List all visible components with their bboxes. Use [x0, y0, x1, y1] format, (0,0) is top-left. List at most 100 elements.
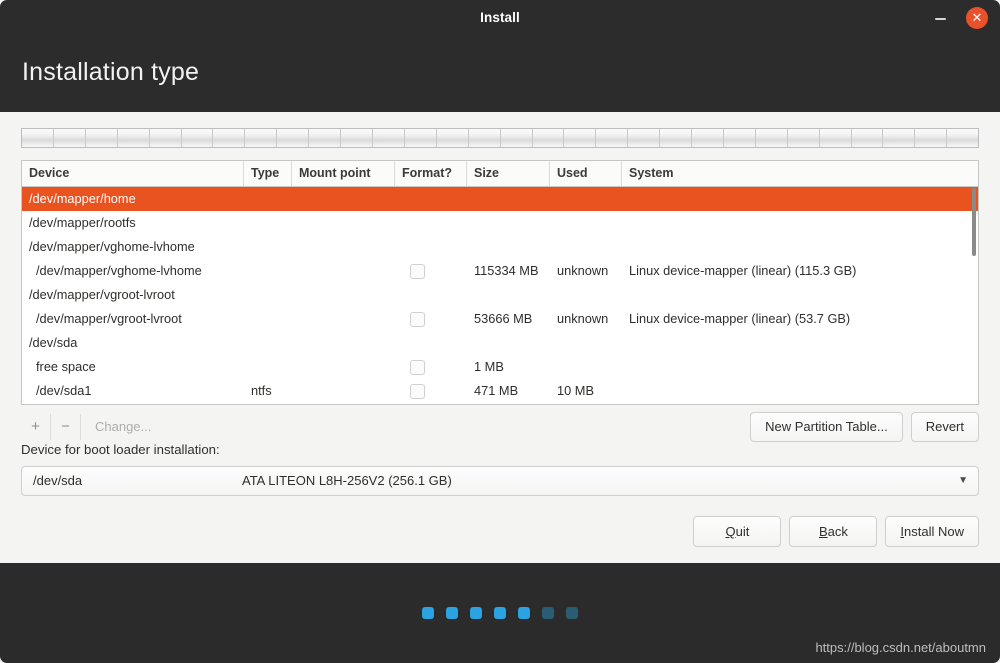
column-header-used[interactable]: Used [550, 161, 622, 186]
format-checkbox[interactable] [410, 311, 425, 327]
cell-used: unknown [557, 263, 609, 278]
partition-strip-segment [373, 129, 405, 147]
install-now-button[interactable]: Install Now [885, 516, 979, 547]
back-label-rest: ack [827, 524, 848, 539]
cell-format [395, 359, 467, 375]
cell-system: Linux device-mapper (linear) (53.7 GB) [629, 311, 851, 326]
quit-mnemonic: Q [725, 524, 736, 539]
column-header-size[interactable]: Size [467, 161, 550, 186]
change-button[interactable]: Change... [81, 414, 161, 440]
table-row[interactable]: /dev/mapper/vghome-lvhome [22, 235, 978, 259]
scrollbar-thumb[interactable] [972, 188, 976, 256]
table-row[interactable]: /dev/mapper/vgroot-lvroot 53666 MB unknown… [22, 307, 978, 331]
table-body: /dev/mapper/home/dev/mapper/rootfs/dev/m… [22, 187, 978, 404]
progress-dot [422, 607, 434, 619]
bootloader-device-select[interactable]: /dev/sda ATA LITEON L8H-256V2 (256.1 GB)… [21, 466, 979, 496]
table-actions: New Partition Table... Revert [750, 412, 979, 442]
partition-strip-segment [788, 129, 820, 147]
cell-size: 115334 MB [474, 263, 539, 278]
cell-device: /dev/mapper/vghome-lvhome [29, 239, 195, 254]
partition-strip-segment [309, 129, 342, 147]
revert-button[interactable]: Revert [910, 412, 979, 442]
partition-strip-segment [277, 129, 310, 147]
partition-strip-segment [437, 129, 469, 147]
partition-strip-segment [341, 129, 373, 147]
footer-band: https://blog.csdn.net/aboutmn [0, 563, 1000, 663]
table-row[interactable]: /dev/mapper/home [22, 187, 978, 211]
partition-strip-segment [724, 129, 756, 147]
column-header-system[interactable]: System [622, 161, 978, 186]
partition-strip-segment [660, 129, 693, 147]
chevron-down-icon: ▼ [958, 475, 968, 486]
table-row[interactable]: /dev/mapper/vgroot-lvroot [22, 283, 978, 307]
progress-dot [470, 607, 482, 619]
add-partition-button[interactable]: + [21, 414, 51, 440]
table-row[interactable]: /dev/mapper/rootfs [22, 211, 978, 235]
remove-partition-button[interactable]: − [51, 414, 81, 440]
window-title: Install [480, 10, 520, 25]
column-header-device[interactable]: Device [22, 161, 244, 186]
table-row[interactable]: /dev/sda [22, 331, 978, 355]
format-checkbox[interactable] [410, 359, 425, 375]
bootloader-device-description: ATA LITEON L8H-256V2 (256.1 GB) [242, 473, 452, 488]
bootloader-device-value: /dev/sda [33, 473, 83, 488]
table-row[interactable]: /dev/sda1 ntfs 471 MB 10 MB [22, 379, 978, 403]
cell-device: /dev/mapper/vgroot-lvroot [29, 287, 175, 302]
column-header-format[interactable]: Format? [395, 161, 467, 186]
minimize-icon[interactable] [934, 12, 948, 24]
installer-window: Install ✕ Installation type Device Type Mo… [0, 0, 1000, 663]
format-checkbox[interactable] [410, 263, 425, 279]
cell-format [395, 263, 467, 279]
partition-strip-segment [852, 129, 884, 147]
table-scrollbar[interactable] [972, 188, 976, 404]
partition-strip-segment [182, 129, 214, 147]
partition-strip-segment [501, 129, 533, 147]
wizard-actions: Quit Back Install Now [693, 516, 979, 547]
cell-size: 1 MB [474, 359, 504, 374]
bootloader-label: Device for boot loader installation: [21, 442, 220, 457]
watermark: https://blog.csdn.net/aboutmn [815, 640, 986, 655]
progress-dot [446, 607, 458, 619]
column-header-type[interactable]: Type [244, 161, 292, 186]
cell-format [395, 311, 467, 327]
partition-strip-segment [628, 129, 661, 147]
back-button[interactable]: Back [789, 516, 878, 547]
add-remove-group: + − Change... [21, 412, 161, 442]
partition-strip-segment [533, 129, 565, 147]
cell-used: 10 MB [557, 383, 594, 398]
close-icon[interactable]: ✕ [966, 7, 988, 29]
partition-table: Device Type Mount point Format? Size Used Syst… [21, 160, 979, 405]
back-mnemonic: B [818, 524, 828, 539]
table-row[interactable]: free space 1 MB [22, 355, 978, 379]
table-header-row: Device Type Mount point Format? Size Used Syst… [22, 161, 978, 187]
partition-strip-segment [756, 129, 788, 147]
cell-used: unknown [557, 311, 609, 326]
partition-strip-segment [564, 129, 597, 147]
partition-strip-segment [213, 129, 246, 147]
format-checkbox[interactable] [410, 383, 425, 399]
cell-system: Linux device-mapper (linear) (115.3 GB) [629, 263, 857, 278]
cell-device: /dev/mapper/rootfs [29, 215, 136, 230]
partition-strip-segment [22, 129, 54, 147]
cell-type: ntfs [251, 383, 272, 398]
partition-strip-segment [86, 129, 118, 147]
partition-strip-segment [118, 129, 150, 147]
partition-strip-segment [150, 129, 182, 147]
progress-dot [566, 607, 578, 619]
partition-strip-segment [883, 129, 916, 147]
new-partition-table-button[interactable]: New Partition Table... [750, 412, 903, 442]
cell-device: /dev/mapper/vgroot-lvroot [36, 311, 182, 326]
cell-size: 53666 MB [474, 311, 533, 326]
progress-dots [0, 607, 1000, 619]
partition-toolbar: + − Change... New Partition Table... Rev… [21, 412, 979, 442]
cell-format [395, 383, 467, 399]
cell-device: /dev/mapper/home [29, 191, 136, 206]
partition-strip-segment [596, 129, 629, 147]
table-row[interactable]: /dev/mapper/vghome-lvhome 115334 MB unknow… [22, 259, 978, 283]
quit-button[interactable]: Quit [693, 516, 782, 547]
progress-dot [494, 607, 506, 619]
title-bar: Install ✕ [0, 0, 1000, 36]
column-header-mount-point[interactable]: Mount point [292, 161, 395, 186]
cell-device: /dev/sda1 [36, 383, 92, 398]
quit-label-rest: uit [735, 524, 750, 539]
